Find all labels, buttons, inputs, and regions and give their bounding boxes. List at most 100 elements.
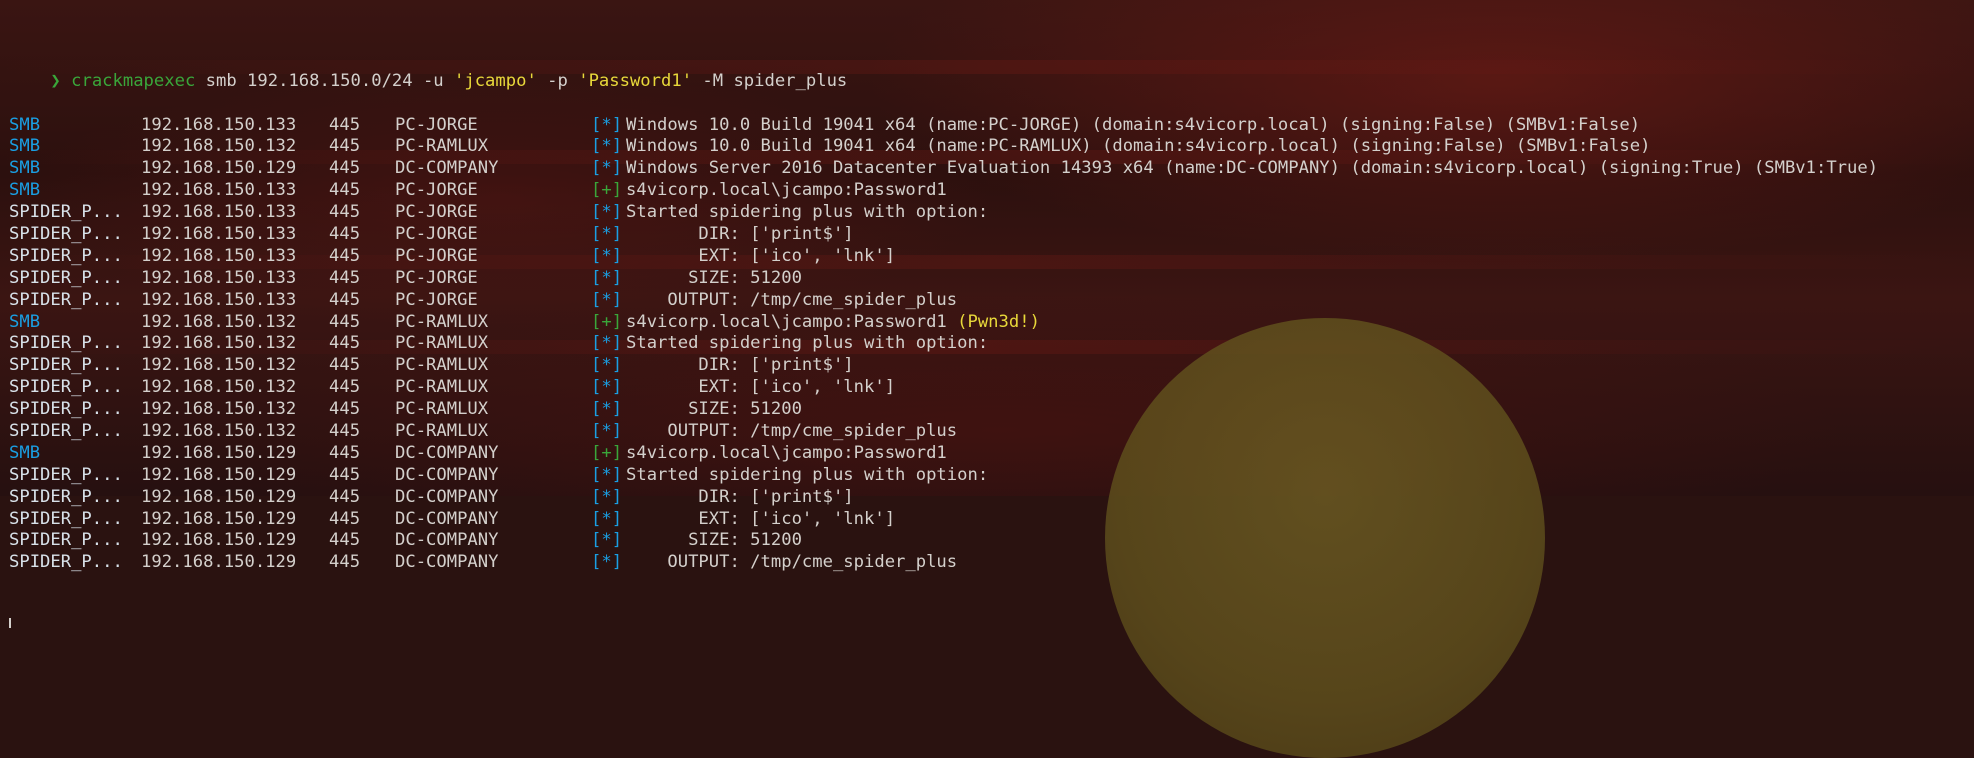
status-info-tag: [*] [591, 552, 623, 573]
output-line: SPIDER_P... 192.168.150.132 445 PC-RAMLUX [*… [9, 399, 847, 421]
prompt-command: crackmapexec [71, 70, 196, 91]
port-number: 445 [329, 114, 361, 135]
prompt-args-3: -M spider_plus [692, 70, 848, 91]
log-message: s4vicorp.local\jcampo:Password1 [626, 442, 947, 463]
ip-address: 192.168.150.129 [141, 442, 297, 463]
status-success-tag: [+] [591, 311, 623, 332]
status-info-tag: [*] [591, 289, 623, 310]
log-message: DIR: ['print$'] [626, 223, 854, 244]
port-number: 445 [329, 180, 361, 201]
log-message-wrapper: DIR: ['print$'] [626, 355, 854, 377]
prompt-password: 'Password1' [578, 70, 693, 91]
log-message-wrapper: DIR: ['print$'] [626, 223, 854, 246]
hostname: PC-JORGE [395, 202, 478, 223]
status-info-tag: [*] [591, 420, 623, 441]
port-number: 445 [329, 202, 361, 223]
hostname: PC-RAMLUX [395, 311, 489, 332]
hostname: PC-RAMLUX [395, 136, 489, 157]
log-message: Started spidering plus with option: [626, 464, 989, 485]
status-success-tag: [+] [591, 180, 623, 201]
ip-address: 192.168.150.129 [141, 464, 297, 485]
ip-address: 192.168.150.132 [141, 311, 297, 332]
log-message-wrapper: s4vicorp.local\jcampo:Password1 (Pwn3d!) [626, 312, 1040, 334]
output-line: SMB 192.168.150.129 445 DC-COMPANY [*] Window… [9, 158, 1878, 180]
module-name: SMB [9, 114, 41, 135]
hostname: DC-COMPANY [395, 552, 499, 573]
log-message: DIR: ['print$'] [626, 355, 854, 376]
log-message: Windows 10.0 Build 19041 x64 (name:PC-RA… [626, 136, 1651, 157]
output-line: SMB 192.168.150.132 445 PC-RAMLUX [+] s4vicor… [9, 311, 1040, 334]
log-message: Started spidering plus with option: [626, 333, 989, 354]
ip-address: 192.168.150.132 [141, 355, 297, 376]
module-name: SMB [9, 180, 41, 201]
module-name: SMB [9, 311, 41, 332]
log-message-wrapper: Started spidering plus with option: [626, 202, 988, 224]
ip-address: 192.168.150.129 [141, 552, 297, 573]
hostname: PC-JORGE [395, 245, 478, 266]
ip-address: 192.168.150.129 [141, 530, 297, 551]
pwned-badge: (Pwn3d!) [957, 311, 1040, 332]
terminal-output[interactable]: ❯ crackmapexec smb 192.168.150.0/24 -u '… [9, 5, 1878, 662]
output-line: SPIDER_P... 192.168.150.133 445 PC-JORGE [*]… [9, 202, 988, 224]
log-message-wrapper: SIZE: 51200 [626, 268, 802, 290]
port-number: 445 [329, 223, 361, 244]
log-message: SIZE: 51200 [626, 267, 802, 288]
port-number: 445 [329, 552, 361, 573]
ip-address: 192.168.150.133 [141, 245, 297, 266]
module-name: SPIDER_P... [9, 420, 123, 441]
ip-address: 192.168.150.132 [141, 136, 297, 157]
log-message: SIZE: 51200 [626, 530, 802, 551]
log-message: DIR: ['print$'] [626, 486, 854, 507]
ip-address: 192.168.150.132 [141, 399, 297, 420]
port-number: 445 [329, 442, 361, 463]
status-info-tag: [*] [591, 464, 623, 485]
output-rows: SMB 192.168.150.133 445 PC-JORGE [*] Windows … [9, 114, 1878, 575]
hostname: DC-COMPANY [395, 464, 499, 485]
output-line: SPIDER_P... 192.168.150.129 445 DC-COMPANY [… [9, 486, 854, 509]
output-line: SPIDER_P... 192.168.150.129 445 DC-COMPANY [… [9, 464, 988, 487]
port-number: 445 [329, 508, 361, 529]
log-message: Windows Server 2016 Datacenter Evaluatio… [626, 158, 1879, 179]
cursor-line [9, 618, 847, 640]
hostname: PC-JORGE [395, 289, 478, 310]
log-message-wrapper: DIR: ['print$'] [626, 486, 854, 509]
ip-address: 192.168.150.129 [141, 508, 297, 529]
module-name: SPIDER_P... [9, 486, 123, 507]
log-message-wrapper: OUTPUT: /tmp/cme_spider_plus [626, 552, 957, 574]
module-name: SPIDER_P... [9, 289, 123, 310]
status-info-tag: [*] [591, 399, 623, 420]
output-line: SMB 192.168.150.132 445 PC-RAMLUX [*] Windows… [9, 136, 1650, 158]
module-name: SPIDER_P... [9, 399, 123, 420]
status-info-tag: [*] [591, 377, 623, 398]
hostname: PC-RAMLUX [395, 355, 489, 376]
log-message-wrapper: Windows 10.0 Build 19041 x64 (name:PC-JO… [626, 115, 1640, 137]
log-message-wrapper: SIZE: 51200 [626, 399, 802, 421]
prompt-username: 'jcampo' [454, 70, 537, 91]
hostname: PC-RAMLUX [395, 399, 489, 420]
hostname: PC-RAMLUX [395, 333, 489, 354]
port-number: 445 [329, 355, 361, 376]
hostname: DC-COMPANY [395, 158, 499, 179]
log-message: OUTPUT: /tmp/cme_spider_plus [626, 289, 958, 310]
hostname: DC-COMPANY [395, 508, 499, 529]
port-number: 445 [329, 530, 361, 551]
output-line: SPIDER_P... 192.168.150.132 445 PC-RAMLUX [*… [9, 333, 988, 355]
output-line: SPIDER_P... 192.168.150.132 445 PC-RAMLUX [*… [9, 355, 854, 377]
module-name: SMB [9, 442, 41, 463]
module-name: SPIDER_P... [9, 223, 123, 244]
module-name: SMB [9, 158, 41, 179]
output-line: SPIDER_P... 192.168.150.133 445 PC-JORGE [*]… [9, 268, 847, 290]
module-name: SPIDER_P... [9, 355, 123, 376]
log-message: OUTPUT: /tmp/cme_spider_plus [626, 552, 958, 573]
hostname: PC-JORGE [395, 267, 478, 288]
log-message: EXT: ['ico', 'lnk'] [626, 245, 896, 266]
status-info-tag: [*] [591, 158, 623, 179]
status-info-tag: [*] [591, 223, 623, 244]
log-message: EXT: ['ico', 'lnk'] [626, 377, 896, 398]
hostname: PC-JORGE [395, 114, 478, 135]
hostname: PC-JORGE [395, 180, 478, 201]
ip-address: 192.168.150.133 [141, 223, 297, 244]
log-message-wrapper: Windows 10.0 Build 19041 x64 (name:PC-RA… [626, 136, 1650, 158]
log-message-wrapper: OUTPUT: /tmp/cme_spider_plus [626, 421, 957, 443]
port-number: 445 [329, 311, 361, 332]
